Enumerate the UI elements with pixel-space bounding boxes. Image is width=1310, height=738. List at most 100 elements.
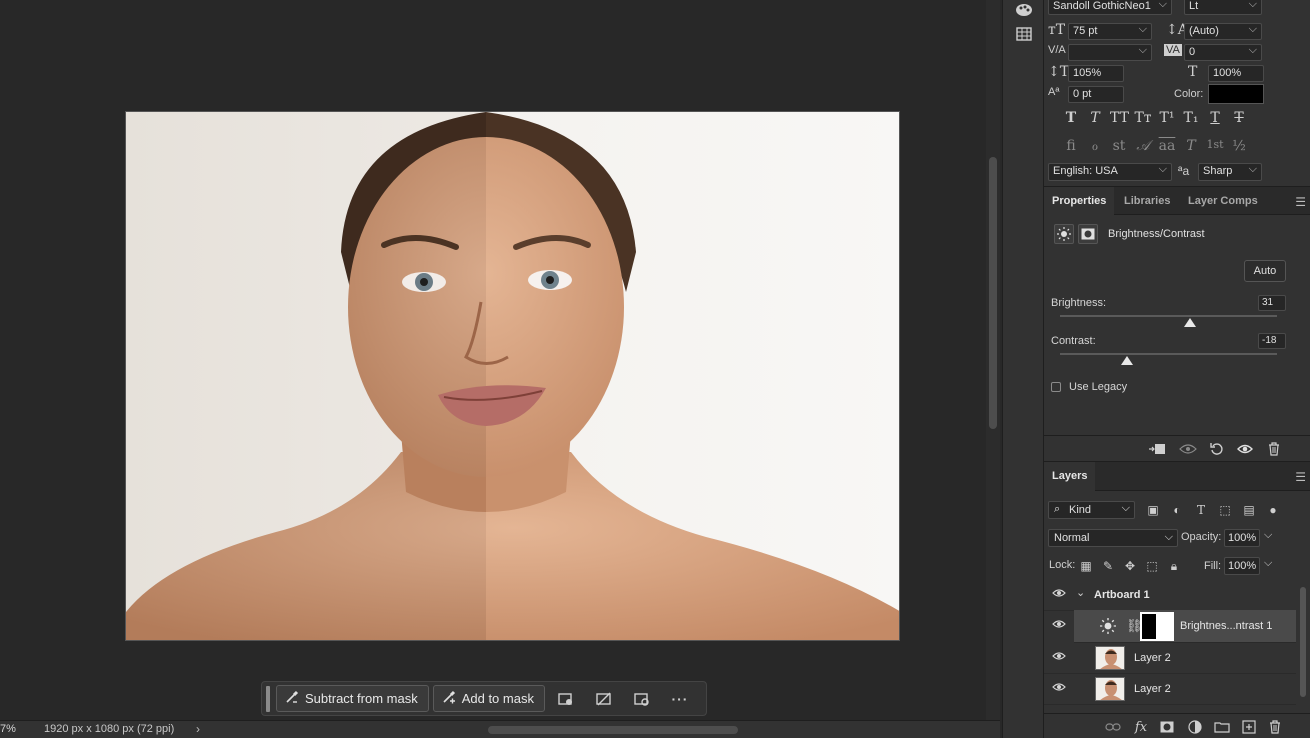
more-options-icon[interactable]: ··· (663, 685, 697, 712)
lock-transparent-pixels-icon[interactable]: ▦ (1079, 559, 1093, 573)
opacity-dropdown-icon[interactable]: ⌵ (1264, 529, 1272, 542)
document-image[interactable] (125, 111, 900, 641)
view-previous-state-icon[interactable] (1179, 441, 1197, 457)
kerning-field[interactable] (1068, 44, 1152, 61)
layer-row-layer-2[interactable]: Layer 2 (1044, 643, 1296, 674)
properties-panel-menu-icon[interactable]: ☰ (1295, 195, 1306, 209)
small-caps-button[interactable]: Tт (1134, 110, 1152, 126)
language-select[interactable]: English: USA (1048, 163, 1172, 181)
link-layers-icon[interactable] (1104, 719, 1122, 735)
font-style-select[interactable]: Lt (1184, 0, 1262, 15)
auto-button[interactable]: Auto (1244, 260, 1286, 282)
text-color-swatch[interactable] (1208, 84, 1264, 104)
layer-mask-icon[interactable] (1078, 224, 1098, 244)
brightness-sun-icon[interactable] (1054, 224, 1074, 244)
brightness-value-field[interactable]: 31 (1258, 295, 1286, 311)
clip-to-layer-icon[interactable] (1148, 441, 1166, 457)
reset-adjustment-icon[interactable] (1208, 441, 1226, 457)
visibility-eye-icon[interactable] (1052, 588, 1066, 602)
horizontal-scroll-thumb[interactable] (488, 726, 738, 734)
use-legacy-checkbox[interactable] (1051, 382, 1061, 392)
delete-layer-trash-icon[interactable] (1266, 719, 1284, 735)
filter-smart-objects-icon[interactable]: ▤ (1242, 503, 1256, 517)
lock-position-icon[interactable]: ✥ (1123, 559, 1137, 573)
layer-row-layer-2-copy[interactable]: Layer 2 (1044, 674, 1296, 705)
new-group-folder-icon[interactable] (1213, 719, 1231, 735)
status-menu-arrow-icon[interactable]: › (196, 722, 200, 736)
lock-image-pixels-icon[interactable]: ✎ (1101, 559, 1115, 573)
disable-mask-icon[interactable] (587, 685, 621, 712)
filter-pixel-layers-icon[interactable]: ▣ (1146, 503, 1160, 517)
chevron-down-icon[interactable]: ⌄ (1076, 586, 1085, 599)
document-canvas[interactable]: Subtract from mask Add to mask ··· (0, 0, 1000, 720)
visibility-eye-icon[interactable] (1052, 619, 1066, 632)
faux-bold-button[interactable]: T (1062, 110, 1080, 126)
ordinals-button[interactable]: 1st (1206, 138, 1224, 154)
blend-mode-select[interactable]: Normal ⌵ (1048, 529, 1178, 547)
brightness-slider-track[interactable] (1060, 315, 1277, 317)
filter-type-layers-icon[interactable]: T (1194, 503, 1208, 517)
delete-adjustment-trash-icon[interactable] (1265, 441, 1283, 457)
subscript-button[interactable]: T₁ (1182, 110, 1200, 126)
use-legacy-option[interactable]: Use Legacy (1051, 381, 1127, 393)
layer-filter-kind-select[interactable]: ⌕ Kind ⌵ (1048, 501, 1135, 519)
mask-adjust-icon[interactable] (549, 685, 583, 712)
layers-scroll-thumb[interactable] (1300, 587, 1306, 697)
lock-all-icon[interactable]: 🔒︎ (1167, 559, 1181, 573)
palette-icon[interactable] (1013, 0, 1035, 20)
vertical-scroll-thumb[interactable] (989, 157, 997, 429)
faux-italic-button[interactable]: T (1086, 110, 1104, 126)
add-to-mask-button[interactable]: Add to mask (432, 685, 545, 712)
opacity-field[interactable]: 100% (1224, 529, 1260, 547)
fill-dropdown-icon[interactable]: ⌵ (1264, 557, 1272, 570)
filter-shape-layers-icon[interactable]: ⬚ (1218, 503, 1232, 517)
add-mask-icon[interactable] (1158, 719, 1176, 735)
layer-row-artboard[interactable]: ⌄ Artboard 1 (1044, 580, 1296, 611)
layer-mask-thumbnail[interactable] (1140, 612, 1174, 641)
toggle-visibility-eye-icon[interactable] (1236, 441, 1254, 457)
tab-layers[interactable]: Layers (1044, 462, 1096, 491)
all-caps-button[interactable]: TT (1110, 110, 1129, 126)
horizontal-scale-field[interactable]: 100% (1208, 65, 1264, 82)
fractions-button[interactable]: ½ (1230, 138, 1248, 154)
contrast-value-field[interactable]: -18 (1258, 333, 1286, 349)
zoom-level[interactable]: 7% (0, 723, 16, 735)
task-bar-grip-handle[interactable] (266, 685, 270, 712)
new-adjustment-layer-icon[interactable] (1186, 719, 1204, 735)
font-size-field[interactable]: 75 pt (1068, 23, 1152, 40)
layer-fx-icon[interactable]: fx (1132, 719, 1150, 735)
contrast-slider-knob[interactable] (1121, 356, 1134, 365)
superscript-button[interactable]: T¹ (1158, 110, 1176, 126)
layers-panel-menu-icon[interactable]: ☰ (1295, 470, 1306, 484)
lock-artboard-icon[interactable]: ⬚ (1145, 559, 1159, 573)
baseline-shift-field[interactable]: 0 pt (1068, 86, 1124, 103)
subtract-from-mask-button[interactable]: Subtract from mask (276, 685, 429, 712)
canvas-vertical-scrollbar[interactable] (986, 0, 1000, 720)
filter-toggle-icon[interactable]: ● (1266, 503, 1280, 517)
swash-button[interactable]: 𝒜 (1134, 138, 1152, 154)
strikethrough-button[interactable]: T (1230, 110, 1248, 126)
font-family-select[interactable]: Sandoll GothicNeo1 (1048, 0, 1172, 15)
contrast-slider-track[interactable] (1060, 353, 1277, 355)
discretionary-ligatures-button[interactable]: ℴ (1086, 138, 1104, 154)
fill-field[interactable]: 100% (1224, 557, 1260, 575)
mask-settings-icon[interactable] (625, 685, 659, 712)
antialias-select[interactable]: Sharp (1198, 163, 1262, 181)
tab-properties[interactable]: Properties (1044, 187, 1115, 215)
titling-alternates-button[interactable]: T (1182, 138, 1200, 154)
tab-libraries[interactable]: Libraries (1116, 187, 1178, 215)
vertical-scale-field[interactable]: 105% (1068, 65, 1124, 82)
new-layer-icon[interactable] (1240, 719, 1258, 735)
tracking-field[interactable]: 0 (1184, 44, 1262, 61)
stylistic-alternates-button[interactable]: aa (1158, 138, 1176, 154)
brightness-slider-knob[interactable] (1184, 318, 1197, 327)
layers-scrollbar[interactable] (1297, 583, 1308, 713)
ligatures-button[interactable]: ﬁ (1062, 138, 1080, 154)
contextual-alternates-button[interactable]: st (1110, 138, 1128, 154)
layer-row-brightness-contrast[interactable]: ⛓︎ Brightnes...ntrast 1 (1052, 610, 1296, 643)
visibility-eye-icon[interactable] (1052, 682, 1066, 696)
visibility-eye-icon[interactable] (1052, 651, 1066, 665)
filter-adjustment-layers-icon[interactable]: ◐ (1170, 503, 1184, 517)
table-grid-icon[interactable] (1013, 24, 1035, 44)
tab-layer-comps[interactable]: Layer Comps (1180, 187, 1266, 215)
